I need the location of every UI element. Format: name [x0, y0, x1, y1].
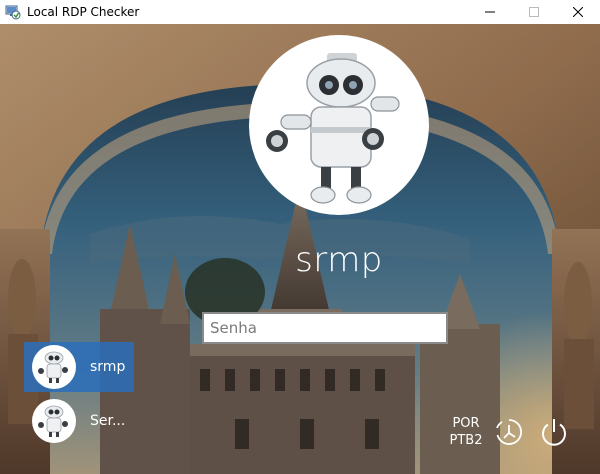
close-icon	[573, 7, 583, 17]
password-input[interactable]	[204, 314, 446, 342]
title-bar: Local RDP Checker	[0, 0, 600, 24]
language-indicator[interactable]: POR PTB2	[446, 415, 486, 449]
user-list-item-label: srmp	[90, 359, 126, 375]
language-code: POR	[452, 416, 480, 431]
accessibility-icon	[496, 419, 522, 445]
user-list-item-label: Ser...	[90, 413, 126, 429]
user-avatar-small	[32, 345, 76, 389]
password-field[interactable]	[202, 312, 448, 344]
robot-avatar-icon	[38, 405, 68, 437]
close-button[interactable]	[556, 0, 600, 24]
robot-avatar-icon	[38, 351, 68, 383]
user-avatar-small	[32, 399, 76, 443]
username-label: srmp	[295, 240, 383, 280]
app-window: Local RDP Checker srmp srmp Ser... POR P…	[0, 0, 600, 474]
sign-in-screen: srmp srmp Ser... POR PTB2	[0, 24, 600, 474]
accessibility-button[interactable]	[493, 416, 525, 448]
minimize-icon	[485, 11, 495, 13]
maximize-button[interactable]	[512, 0, 556, 24]
minimize-button[interactable]	[468, 0, 512, 24]
power-icon	[542, 419, 566, 446]
window-controls	[468, 0, 600, 24]
power-button[interactable]	[538, 416, 570, 448]
keyboard-layout: PTB2	[449, 433, 483, 448]
rdp-app-icon	[5, 4, 21, 20]
user-list-item[interactable]: Ser...	[24, 396, 134, 446]
user-avatar-large	[249, 35, 429, 215]
maximize-icon	[529, 7, 539, 17]
window-title: Local RDP Checker	[27, 5, 140, 19]
robot-avatar-icon	[266, 53, 400, 204]
user-list-item-selected[interactable]: srmp	[24, 342, 134, 392]
